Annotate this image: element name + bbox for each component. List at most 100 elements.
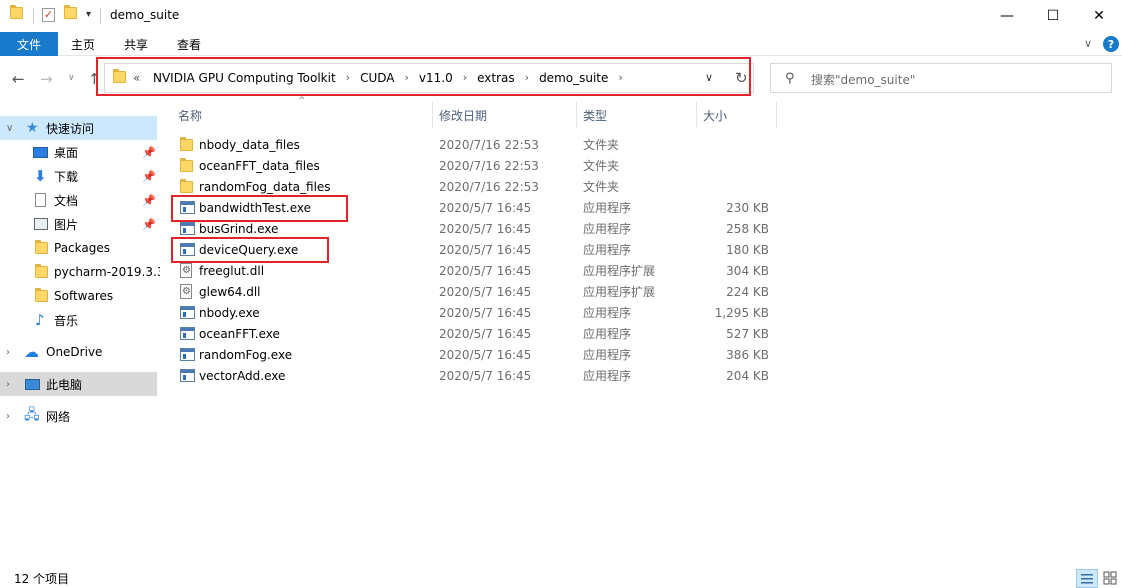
quick-access-dropdown-icon[interactable]: ▾ <box>86 9 91 20</box>
column-header-name[interactable]: 名称 <box>178 102 428 128</box>
sidebar-item-label: 文档 <box>54 193 79 208</box>
tiles-view-icon <box>1103 571 1117 585</box>
file-type: 应用程序 <box>583 243 632 257</box>
file-row[interactable]: oceanFFT.exe 2020/5/7 16:45 应用程序 527 KB <box>170 323 780 344</box>
column-header-size[interactable]: 大小 <box>703 102 773 128</box>
sidebar-item-label: 图片 <box>54 217 79 232</box>
tab-home[interactable]: 主页 <box>71 32 95 56</box>
file-row[interactable]: nbody.exe 2020/5/7 16:45 应用程序 1,295 KB <box>170 302 780 323</box>
file-size: 304 KB <box>726 263 769 278</box>
file-date: 2020/5/7 16:45 <box>439 368 532 383</box>
divider[interactable] <box>576 102 577 128</box>
cloud-icon: ☁ <box>24 343 39 361</box>
application-icon <box>180 323 195 344</box>
close-button[interactable]: ✕ <box>1076 0 1122 32</box>
search-input[interactable]: 搜索"demo_suite" <box>811 71 915 88</box>
sidebar-item-packages[interactable]: Packages <box>0 236 157 260</box>
expand-ribbon-icon[interactable]: ∨ <box>1084 37 1092 50</box>
file-name: vectorAdd.exe <box>199 368 286 383</box>
file-type: 应用程序 <box>583 369 632 383</box>
file-row[interactable]: glew64.dll 2020/5/7 16:45 应用程序扩展 224 KB <box>170 281 780 302</box>
sidebar-item-label: 下载 <box>54 169 79 184</box>
new-folder-icon[interactable] <box>64 5 77 22</box>
divider[interactable] <box>696 102 697 128</box>
pin-icon[interactable]: 📌 <box>142 146 156 159</box>
forward-arrow-icon[interactable]: → <box>40 70 53 88</box>
sidebar-item-label: 此电脑 <box>46 377 83 392</box>
file-row[interactable]: nbody_data_files 2020/7/16 22:53 文件夹 <box>170 134 780 155</box>
file-date: 2020/5/7 16:45 <box>439 347 532 362</box>
file-row[interactable]: freeglut.dll 2020/5/7 16:45 应用程序扩展 304 KB <box>170 260 780 281</box>
sidebar-item-label: pycharm-2019.3.3 <box>54 265 160 279</box>
chevron-down-icon[interactable]: ∨ <box>6 123 13 134</box>
file-size: 230 KB <box>726 200 769 215</box>
back-arrow-icon[interactable]: ← <box>12 70 25 88</box>
pin-icon[interactable]: 📌 <box>142 218 156 231</box>
divider[interactable] <box>432 102 433 128</box>
sidebar-item-network[interactable]: › 🖧 网络 <box>0 404 157 428</box>
chevron-right-icon[interactable]: › <box>6 347 10 358</box>
file-date: 2020/5/7 16:45 <box>439 221 532 236</box>
music-icon: ♪ <box>35 311 45 329</box>
search-box[interactable]: ⚲ 搜索"demo_suite" <box>770 63 1112 93</box>
sidebar-item-label: 快速访问 <box>46 121 95 136</box>
title-bar: ✓ ▾ demo_suite — ☐ ✕ <box>0 0 1122 32</box>
file-type: 文件夹 <box>583 138 620 152</box>
sidebar-item-downloads[interactable]: ⬇ 下载 📌 <box>0 164 157 188</box>
file-type: 应用程序 <box>583 327 632 341</box>
desktop-icon <box>33 146 48 158</box>
file-name: randomFog_data_files <box>199 179 331 194</box>
file-row[interactable]: randomFog_data_files 2020/7/16 22:53 文件夹 <box>170 176 780 197</box>
pin-icon[interactable]: 📌 <box>142 170 156 183</box>
file-row[interactable]: oceanFFT_data_files 2020/7/16 22:53 文件夹 <box>170 155 780 176</box>
sidebar-item-label: Softwares <box>54 289 114 303</box>
column-header-type[interactable]: 类型 <box>583 102 683 128</box>
sidebar-item-label: 音乐 <box>54 313 79 328</box>
tab-share[interactable]: 共享 <box>124 32 148 56</box>
sidebar-item-music[interactable]: ♪ 音乐 <box>0 308 157 332</box>
large-icons-view-button[interactable] <box>1100 569 1122 588</box>
document-icon <box>35 193 46 207</box>
file-type: 文件夹 <box>583 180 620 194</box>
sidebar-item-desktop[interactable]: 桌面 📌 <box>0 140 157 164</box>
file-row[interactable]: vectorAdd.exe 2020/5/7 16:45 应用程序 204 KB <box>170 365 780 386</box>
folder-icon[interactable] <box>10 5 23 22</box>
file-size: 204 KB <box>726 368 769 383</box>
divider <box>33 8 34 24</box>
sidebar-item-onedrive[interactable]: › ☁ OneDrive <box>0 340 157 364</box>
maximize-button[interactable]: ☐ <box>1030 0 1076 32</box>
file-name: oceanFFT_data_files <box>199 158 320 173</box>
sidebar-item-quick-access[interactable]: ∨ ★ 快速访问 <box>0 116 157 140</box>
sidebar-item-this-pc[interactable]: › 此电脑 <box>0 372 157 396</box>
sidebar-item-pycharm[interactable]: pycharm-2019.3.3 <box>0 260 160 284</box>
file-date: 2020/5/7 16:45 <box>439 326 532 341</box>
file-name: nbody_data_files <box>199 137 300 152</box>
minimize-button[interactable]: — <box>984 0 1030 32</box>
pin-icon[interactable]: 📌 <box>142 194 156 207</box>
file-type: 应用程序扩展 <box>583 264 656 278</box>
sidebar-item-label: Packages <box>54 241 110 255</box>
sidebar-item-softwares[interactable]: Softwares <box>0 284 157 308</box>
file-row[interactable]: randomFog.exe 2020/5/7 16:45 应用程序 386 KB <box>170 344 780 365</box>
column-header-date[interactable]: 修改日期 <box>439 102 569 128</box>
folder-icon <box>180 176 193 197</box>
file-name: nbody.exe <box>199 305 260 320</box>
download-icon: ⬇ <box>34 167 47 185</box>
recent-locations-icon[interactable]: ∨ <box>68 73 75 83</box>
file-size <box>700 176 769 197</box>
file-size: 258 KB <box>726 221 769 236</box>
properties-check-icon[interactable]: ✓ <box>42 7 55 22</box>
tab-view[interactable]: 查看 <box>177 32 201 56</box>
chevron-right-icon[interactable]: › <box>6 379 10 390</box>
divider[interactable] <box>776 102 777 128</box>
file-size: 527 KB <box>726 326 769 341</box>
file-date: 2020/5/7 16:45 <box>439 242 532 257</box>
details-view-button[interactable] <box>1076 569 1098 588</box>
sidebar-item-documents[interactable]: 文档 📌 <box>0 188 157 212</box>
file-type: 应用程序 <box>583 348 632 362</box>
sidebar-item-pictures[interactable]: 图片 📌 <box>0 212 157 236</box>
network-icon: 🖧 <box>24 407 40 423</box>
chevron-right-icon[interactable]: › <box>6 411 10 422</box>
tab-file[interactable]: 文件 <box>0 32 58 56</box>
help-icon[interactable]: ? <box>1103 36 1119 52</box>
